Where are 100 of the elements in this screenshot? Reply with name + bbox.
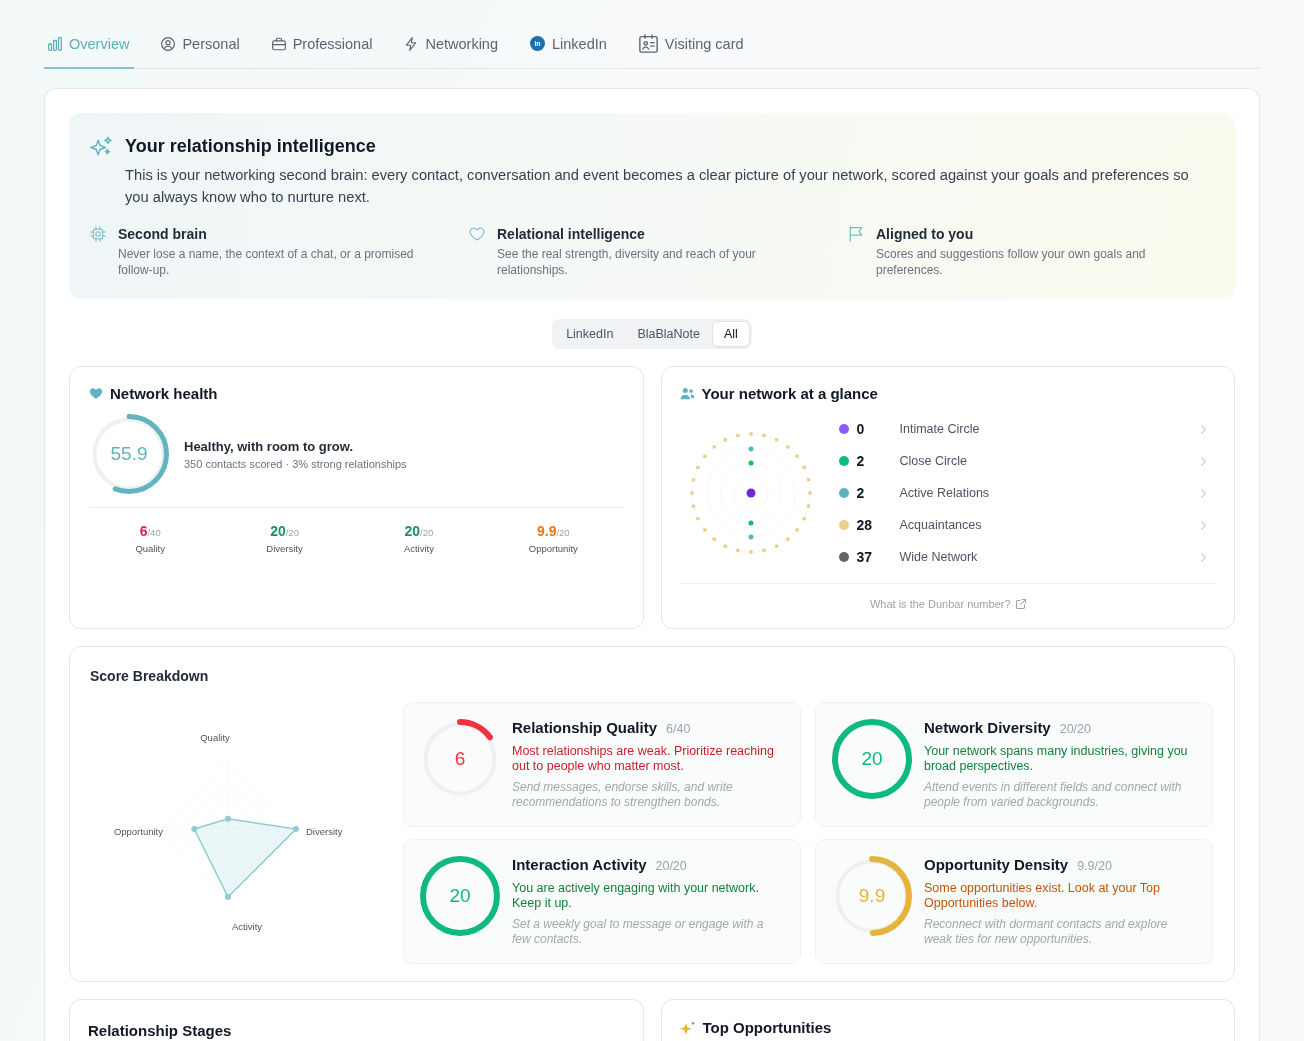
metric-score: 20/20 [404,522,434,541]
card-title: Score Breakdown [90,667,210,685]
contact-dot [774,544,778,549]
chevron-right-icon[interactable] [1201,456,1206,466]
axis-label: Quality [200,731,230,743]
radar-point [225,815,231,822]
tab[interactable]: Professional [267,20,378,69]
briefcase-icon [271,36,286,51]
chip-icon [90,226,106,242]
metric-score: 9.9/20 [536,522,570,541]
score-fraction: 9.9/20 [1077,858,1112,875]
score-fraction: 20/20 [1059,721,1091,738]
score-message: Your network spans many industries, giving you broad perspectives. [924,744,1189,774]
score-tip: Set a weekly goal to message or engage with a few contacts. [512,917,765,947]
contact-dot [761,548,766,553]
circle-label: Acquaintances [899,518,983,532]
user-icon [161,36,176,51]
metric-score: 6/40 [139,522,161,541]
contact-dot [785,444,790,449]
metric-label: Activity [403,543,434,554]
circle-label: Intimate Circle [899,422,981,436]
ring-value: 6 [454,748,466,770]
score-message: You are actively engaging with your network. Keep it up. [512,881,760,911]
contact-dot [748,432,753,436]
contact-dot [735,548,740,553]
contact-dot [794,454,799,459]
score-tip: Reconnect with dormant contacts and explore weak ties for new opportunities. [924,917,1169,947]
metric-label: Quality [135,543,165,554]
tab[interactable]: Visiting card [634,20,749,69]
score-tip: Attend events in different fields and connect with people from varied backgrounds. [924,780,1183,810]
metric-label: Opportunity [528,543,578,554]
contact-dot [794,527,799,532]
chevron-right-icon[interactable] [1201,488,1206,498]
chevron-right-icon[interactable] [1201,552,1206,562]
external-link-icon [1015,599,1026,609]
contact-dot [761,433,766,438]
flag-icon [848,226,864,242]
source-option[interactable]: All [711,321,750,347]
source-option[interactable]: BlaBlaNote [625,321,712,347]
metric-label: Diversity [266,543,303,554]
source-option[interactable]: LinkedIn [554,321,626,347]
circle-count: 2 [856,453,866,469]
card-title: Your network at a glance [701,384,878,402]
contact-dot [801,516,806,521]
health-score: 55.9 [110,443,148,465]
score-fraction: 6/40 [666,721,691,738]
contact-dot [748,534,753,540]
contact-dot [689,491,694,495]
score-title: Network Diversity [924,719,1051,737]
health-headline: Healthy, with room to grow. [184,438,354,454]
feature-title: Second brain [118,225,208,243]
tab[interactable]: Personal [157,20,245,69]
chevron-right-icon[interactable] [1201,520,1206,530]
contact-dot [806,504,810,509]
contact-dot [785,537,790,542]
contact-dot [723,437,727,442]
axis-label: Diversity [306,825,343,837]
contact-dot [748,460,753,466]
id-card-icon [638,34,658,53]
contact-dot [748,550,753,554]
contact-dot [695,465,700,470]
contact-dot [723,544,727,549]
contact-dot [806,477,810,482]
contact-dot [695,516,700,521]
tab[interactable]: Networking [400,20,503,69]
radar-point [191,826,198,832]
contact-dot [711,537,716,542]
feature-title: Aligned to you [876,225,975,243]
score-title: Relationship Quality [512,719,658,737]
circle-label: Active Relations [899,486,991,500]
card-title: Network health [110,384,218,402]
score-tip: Send messages, endorse skills, and write recommendations to strengthen bonds. [512,780,734,810]
ring-value: 9.9 [858,885,886,907]
circle-count: 37 [856,549,874,565]
contact-dot [748,446,753,452]
bar-chart-icon [48,36,62,51]
contact-dot [748,520,753,526]
metric-score: 20/20 [270,522,299,541]
circle-label: Close Circle [899,454,968,468]
feature-title: Relational intelligence [497,225,646,243]
center-dot [746,488,755,498]
people-icon [679,386,695,400]
axis-label: Opportunity [113,825,163,837]
heart-icon [89,386,103,400]
ring-value: 20 [861,748,883,770]
sparkle-icon [679,1019,696,1035]
contact-dot [711,444,716,449]
contact-dot [691,504,695,509]
heart-outline-icon [469,226,485,242]
score-fraction: 20/20 [655,858,687,875]
lightning-icon [404,36,419,51]
score-message: Most relationships are weak. Prioritize reaching out to people who matter most. [512,744,775,774]
contact-dot [691,477,695,482]
radar-point [225,894,231,900]
radar-point [293,826,299,832]
circle-count: 28 [856,517,874,533]
ring-value: 20 [449,885,471,907]
circle-count: 0 [856,421,866,437]
card-title: Top Opportunities [702,1018,832,1036]
chevron-right-icon[interactable] [1201,424,1206,434]
